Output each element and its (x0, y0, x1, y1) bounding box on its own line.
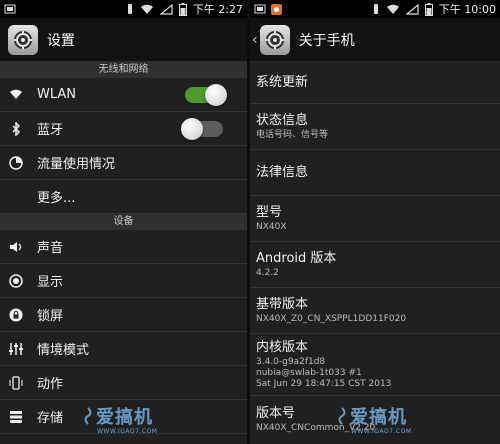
about-item-value: NX40X_Z0_CN_XSPPL1DD11F020 (256, 314, 407, 324)
settings-item-label: 显示 (37, 275, 64, 290)
signal-icon (159, 3, 173, 15)
bluetooth-icon (8, 121, 24, 137)
settings-item-scenario[interactable]: 情境模式 (0, 332, 247, 366)
about-item-status[interactable]: 状态信息 电话号码、信号等 (250, 104, 500, 150)
watermark-url: WWW.IGAO7.COM (97, 428, 158, 435)
settings-gear-icon[interactable] (259, 24, 290, 55)
wifi-icon (8, 87, 24, 103)
toggle-knob (205, 84, 227, 106)
vibrate-icon (372, 3, 380, 15)
battery-icon (424, 2, 433, 16)
settings-gear-icon[interactable] (8, 24, 38, 55)
section-header-wireless: 无线和网络 (0, 62, 247, 78)
about-item-title: 基带版本 (256, 297, 309, 312)
sliders-icon (8, 341, 24, 357)
about-item-legal[interactable]: 法律信息 (250, 150, 500, 196)
settings-item-motion[interactable]: 动作 (0, 366, 247, 400)
watermark-logo-icon (84, 407, 92, 425)
watermark-url: WWW.IGAO7.COM (351, 428, 412, 435)
data-usage-icon (8, 155, 24, 171)
about-item-value: 3.4.0-g9a2f1d8 (256, 357, 326, 367)
about-item-value: NX40X (256, 222, 287, 232)
settings-item-label: 动作 (37, 377, 64, 392)
about-item-value: 电话号码、信号等 (256, 130, 329, 140)
settings-item-display[interactable]: 显示 (0, 264, 247, 298)
notification-icon (271, 3, 282, 15)
page-title: 设置 (47, 32, 75, 49)
brightness-icon (8, 273, 24, 289)
about-item-kernel: 内核版本 3.4.0-g9a2f1d8 nubia@swlab-1t033 #1… (250, 334, 500, 396)
settings-item-more[interactable]: 更多... (0, 180, 247, 214)
wlan-toggle[interactable] (185, 84, 227, 106)
toggle-knob (181, 118, 203, 140)
lock-icon (8, 307, 24, 323)
watermark-logo-icon (338, 407, 346, 425)
status-right: 下午 2:27 (126, 0, 243, 18)
motion-icon (8, 375, 24, 391)
signal-icon (405, 3, 419, 15)
settings-item-label: 存储 (37, 411, 64, 426)
watermark-text: 爱搞机 (96, 407, 153, 428)
watermark-text: 爱搞机 (350, 407, 407, 428)
back-chevron-icon[interactable]: ‹ (252, 32, 258, 48)
status-right: 下午 10:00 (372, 0, 496, 18)
battery-icon (178, 2, 187, 16)
settings-item-sound[interactable]: 声音 (0, 230, 247, 264)
storage-icon (8, 409, 24, 425)
about-item-title: 系统更新 (256, 75, 309, 90)
section-header-device: 设备 (0, 214, 247, 230)
about-item-value: Sat Jun 29 18:47:15 CST 2013 (256, 379, 392, 389)
settings-item-label: 情境模式 (37, 343, 90, 358)
about-item-android-version[interactable]: Android 版本 4.2.2 (250, 242, 500, 288)
about-item-value: nubia@swlab-1t033 #1 (256, 368, 362, 378)
status-left (254, 3, 282, 15)
action-bar: ‹ 关于手机 (250, 18, 500, 62)
settings-item-label: 流量使用情况 (37, 157, 116, 172)
settings-item-lockscreen[interactable]: 锁屏 (0, 298, 247, 332)
vibrate-icon (126, 3, 134, 15)
about-item-value: 4.2.2 (256, 268, 279, 278)
screenshot-icon (254, 4, 266, 14)
about-item-system-update[interactable]: 系统更新 (250, 62, 500, 104)
status-bar: 下午 10:00 (250, 0, 500, 18)
about-item-model: 型号 NX40X (250, 196, 500, 242)
settings-item-label: 声音 (37, 241, 64, 256)
about-item-title: Android 版本 (256, 251, 337, 266)
status-bar: 下午 2:27 (0, 0, 247, 18)
about-item-title: 内核版本 (256, 340, 309, 355)
status-left (4, 4, 16, 14)
settings-item-data-usage[interactable]: 流量使用情况 (0, 146, 247, 180)
settings-item-label: 更多... (37, 191, 76, 206)
settings-item-label: 蓝牙 (37, 123, 64, 138)
about-item-title: 型号 (256, 205, 283, 220)
screenshot-icon (4, 4, 16, 14)
status-time: 下午 2:27 (192, 3, 243, 16)
watermark: 爱搞机 (336, 403, 407, 429)
about-phone-screen: 下午 10:00 ‹ 关于手机 系统更新 状态信息 电话号码、信号等 法律信息 … (250, 0, 500, 444)
status-time: 下午 10:00 (438, 3, 496, 16)
settings-item-bluetooth[interactable]: 蓝牙 (0, 112, 247, 146)
action-bar: 设置 (0, 18, 247, 62)
blank-icon (8, 189, 24, 205)
settings-item-wlan[interactable]: WLAN (0, 78, 247, 112)
page-title: 关于手机 (298, 32, 355, 49)
bluetooth-toggle[interactable] (181, 118, 223, 140)
settings-screen: 下午 2:27 设置 无线和网络 WLAN 蓝牙 流量使用情况 更多... 设备… (0, 0, 247, 444)
about-item-title: 法律信息 (256, 165, 309, 180)
settings-item-label: WLAN (37, 87, 77, 102)
settings-item-label: 锁屏 (37, 309, 64, 324)
watermark: 爱搞机 (82, 403, 153, 429)
about-item-baseband: 基带版本 NX40X_Z0_CN_XSPPL1DD11F020 (250, 288, 500, 334)
wifi-icon (140, 4, 154, 15)
about-item-title: 状态信息 (256, 113, 309, 128)
volume-icon (8, 239, 24, 255)
wifi-icon (386, 4, 400, 15)
